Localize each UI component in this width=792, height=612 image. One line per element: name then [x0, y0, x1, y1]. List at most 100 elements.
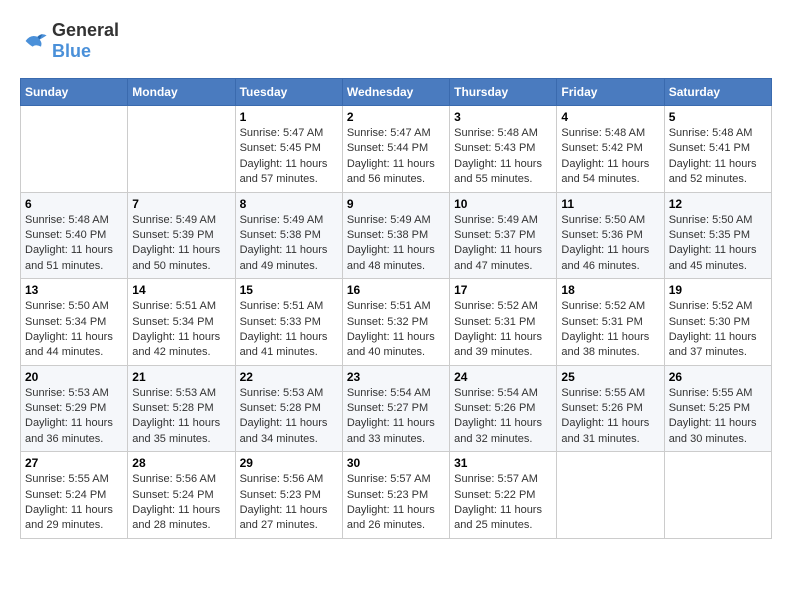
day-info: Sunrise: 5:49 AM Sunset: 5:38 PM Dayligh… — [240, 213, 338, 275]
sunset: Sunset: 5:23 PM — [240, 488, 338, 503]
sunset: Sunset: 5:42 PM — [561, 141, 659, 156]
day-info: Sunrise: 5:54 AM Sunset: 5:26 PM Dayligh… — [454, 386, 552, 448]
sunrise: Sunrise: 5:48 AM — [561, 126, 659, 141]
day-info: Sunrise: 5:48 AM Sunset: 5:43 PM Dayligh… — [454, 126, 552, 188]
calendar-cell: 23 Sunrise: 5:54 AM Sunset: 5:27 PM Dayl… — [342, 365, 449, 452]
calendar-cell — [128, 106, 235, 193]
day-info: Sunrise: 5:48 AM Sunset: 5:40 PM Dayligh… — [25, 213, 123, 275]
day-info: Sunrise: 5:55 AM Sunset: 5:25 PM Dayligh… — [669, 386, 767, 448]
daylight: Daylight: 11 hours and 38 minutes. — [561, 330, 659, 361]
day-number: 8 — [240, 197, 338, 211]
day-info: Sunrise: 5:53 AM Sunset: 5:29 PM Dayligh… — [25, 386, 123, 448]
daylight: Daylight: 11 hours and 31 minutes. — [561, 416, 659, 447]
calendar-week-5: 27 Sunrise: 5:55 AM Sunset: 5:24 PM Dayl… — [21, 452, 772, 539]
sunset: Sunset: 5:25 PM — [669, 401, 767, 416]
sunrise: Sunrise: 5:56 AM — [240, 472, 338, 487]
day-info: Sunrise: 5:53 AM Sunset: 5:28 PM Dayligh… — [240, 386, 338, 448]
day-number: 13 — [25, 283, 123, 297]
sunset: Sunset: 5:27 PM — [347, 401, 445, 416]
daylight: Daylight: 11 hours and 37 minutes. — [669, 330, 767, 361]
day-number: 7 — [132, 197, 230, 211]
calendar-cell: 12 Sunrise: 5:50 AM Sunset: 5:35 PM Dayl… — [664, 192, 771, 279]
daylight: Daylight: 11 hours and 30 minutes. — [669, 416, 767, 447]
sunrise: Sunrise: 5:48 AM — [25, 213, 123, 228]
sunrise: Sunrise: 5:51 AM — [132, 299, 230, 314]
day-info: Sunrise: 5:50 AM Sunset: 5:36 PM Dayligh… — [561, 213, 659, 275]
day-info: Sunrise: 5:57 AM Sunset: 5:23 PM Dayligh… — [347, 472, 445, 534]
sunrise: Sunrise: 5:50 AM — [25, 299, 123, 314]
page-header: General Blue — [20, 20, 772, 62]
day-info: Sunrise: 5:55 AM Sunset: 5:24 PM Dayligh… — [25, 472, 123, 534]
daylight: Daylight: 11 hours and 33 minutes. — [347, 416, 445, 447]
sunrise: Sunrise: 5:55 AM — [561, 386, 659, 401]
column-header-wednesday: Wednesday — [342, 79, 449, 106]
sunrise: Sunrise: 5:48 AM — [454, 126, 552, 141]
daylight: Daylight: 11 hours and 29 minutes. — [25, 503, 123, 534]
sunrise: Sunrise: 5:57 AM — [347, 472, 445, 487]
sunrise: Sunrise: 5:48 AM — [669, 126, 767, 141]
day-info: Sunrise: 5:47 AM Sunset: 5:44 PM Dayligh… — [347, 126, 445, 188]
daylight: Daylight: 11 hours and 35 minutes. — [132, 416, 230, 447]
calendar-cell: 29 Sunrise: 5:56 AM Sunset: 5:23 PM Dayl… — [235, 452, 342, 539]
day-number: 24 — [454, 370, 552, 384]
day-number: 6 — [25, 197, 123, 211]
day-info: Sunrise: 5:51 AM Sunset: 5:34 PM Dayligh… — [132, 299, 230, 361]
sunrise: Sunrise: 5:50 AM — [669, 213, 767, 228]
sunset: Sunset: 5:31 PM — [561, 315, 659, 330]
calendar-cell: 16 Sunrise: 5:51 AM Sunset: 5:32 PM Dayl… — [342, 279, 449, 366]
sunset: Sunset: 5:22 PM — [454, 488, 552, 503]
logo-text: General Blue — [52, 20, 119, 62]
day-number: 26 — [669, 370, 767, 384]
sunrise: Sunrise: 5:49 AM — [347, 213, 445, 228]
calendar-cell: 2 Sunrise: 5:47 AM Sunset: 5:44 PM Dayli… — [342, 106, 449, 193]
day-number: 3 — [454, 110, 552, 124]
day-info: Sunrise: 5:52 AM Sunset: 5:31 PM Dayligh… — [561, 299, 659, 361]
sunset: Sunset: 5:26 PM — [561, 401, 659, 416]
sunset: Sunset: 5:31 PM — [454, 315, 552, 330]
column-header-thursday: Thursday — [450, 79, 557, 106]
calendar-cell: 8 Sunrise: 5:49 AM Sunset: 5:38 PM Dayli… — [235, 192, 342, 279]
day-info: Sunrise: 5:57 AM Sunset: 5:22 PM Dayligh… — [454, 472, 552, 534]
calendar-cell — [21, 106, 128, 193]
day-info: Sunrise: 5:51 AM Sunset: 5:33 PM Dayligh… — [240, 299, 338, 361]
day-number: 21 — [132, 370, 230, 384]
sunrise: Sunrise: 5:50 AM — [561, 213, 659, 228]
day-info: Sunrise: 5:50 AM Sunset: 5:35 PM Dayligh… — [669, 213, 767, 275]
calendar-week-2: 6 Sunrise: 5:48 AM Sunset: 5:40 PM Dayli… — [21, 192, 772, 279]
sunset: Sunset: 5:36 PM — [561, 228, 659, 243]
sunrise: Sunrise: 5:51 AM — [240, 299, 338, 314]
sunset: Sunset: 5:43 PM — [454, 141, 552, 156]
day-info: Sunrise: 5:47 AM Sunset: 5:45 PM Dayligh… — [240, 126, 338, 188]
sunrise: Sunrise: 5:49 AM — [240, 213, 338, 228]
day-number: 27 — [25, 456, 123, 470]
daylight: Daylight: 11 hours and 32 minutes. — [454, 416, 552, 447]
daylight: Daylight: 11 hours and 55 minutes. — [454, 157, 552, 188]
daylight: Daylight: 11 hours and 39 minutes. — [454, 330, 552, 361]
daylight: Daylight: 11 hours and 45 minutes. — [669, 243, 767, 274]
day-number: 30 — [347, 456, 445, 470]
sunrise: Sunrise: 5:56 AM — [132, 472, 230, 487]
day-number: 23 — [347, 370, 445, 384]
logo: General Blue — [20, 20, 119, 62]
day-info: Sunrise: 5:56 AM Sunset: 5:24 PM Dayligh… — [132, 472, 230, 534]
daylight: Daylight: 11 hours and 26 minutes. — [347, 503, 445, 534]
daylight: Daylight: 11 hours and 47 minutes. — [454, 243, 552, 274]
calendar-cell: 30 Sunrise: 5:57 AM Sunset: 5:23 PM Dayl… — [342, 452, 449, 539]
sunrise: Sunrise: 5:52 AM — [454, 299, 552, 314]
calendar-week-3: 13 Sunrise: 5:50 AM Sunset: 5:34 PM Dayl… — [21, 279, 772, 366]
column-header-monday: Monday — [128, 79, 235, 106]
sunrise: Sunrise: 5:53 AM — [132, 386, 230, 401]
calendar-cell: 7 Sunrise: 5:49 AM Sunset: 5:39 PM Dayli… — [128, 192, 235, 279]
sunrise: Sunrise: 5:57 AM — [454, 472, 552, 487]
daylight: Daylight: 11 hours and 56 minutes. — [347, 157, 445, 188]
day-number: 2 — [347, 110, 445, 124]
day-number: 29 — [240, 456, 338, 470]
daylight: Daylight: 11 hours and 25 minutes. — [454, 503, 552, 534]
calendar-cell: 31 Sunrise: 5:57 AM Sunset: 5:22 PM Dayl… — [450, 452, 557, 539]
sunset: Sunset: 5:38 PM — [240, 228, 338, 243]
calendar-cell: 25 Sunrise: 5:55 AM Sunset: 5:26 PM Dayl… — [557, 365, 664, 452]
calendar-cell: 5 Sunrise: 5:48 AM Sunset: 5:41 PM Dayli… — [664, 106, 771, 193]
day-info: Sunrise: 5:51 AM Sunset: 5:32 PM Dayligh… — [347, 299, 445, 361]
day-info: Sunrise: 5:48 AM Sunset: 5:41 PM Dayligh… — [669, 126, 767, 188]
day-number: 19 — [669, 283, 767, 297]
